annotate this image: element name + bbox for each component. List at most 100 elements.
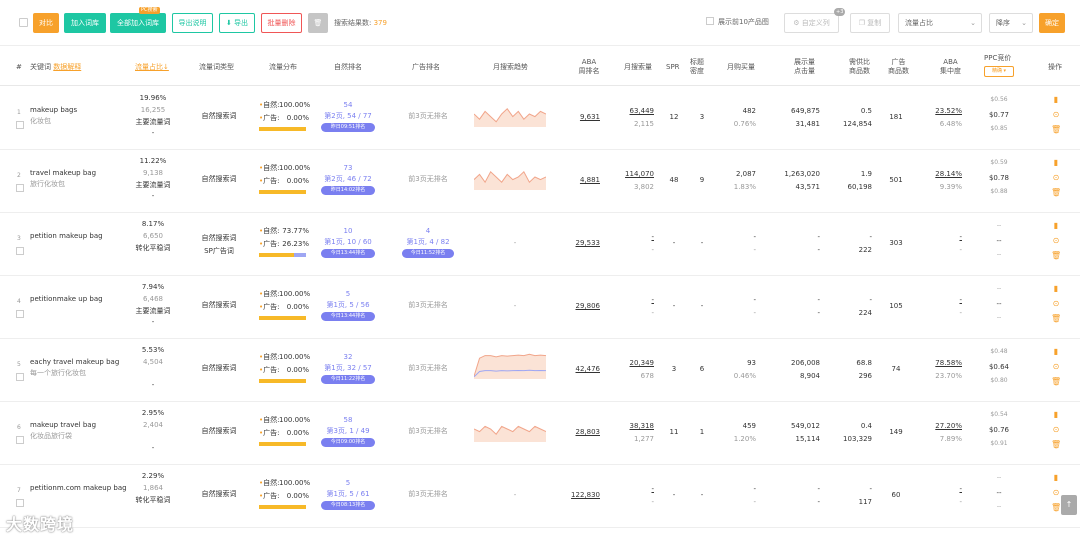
data-explain-link[interactable]: 数据解释: [53, 63, 81, 71]
back-to-top-button[interactable]: ↑: [1061, 495, 1077, 515]
more-icon[interactable]: ⊙: [1051, 425, 1061, 434]
sort-field-select[interactable]: 流量占比 ⌄: [898, 13, 982, 33]
select-all-checkbox[interactable]: [19, 18, 28, 27]
custom-columns-button[interactable]: ⚙ 自定义列: [784, 13, 839, 33]
ad-rank-value[interactable]: 4: [400, 226, 456, 236]
row-checkbox[interactable]: [16, 499, 24, 507]
chart-icon[interactable]: ▮: [1051, 284, 1061, 293]
keyword-text[interactable]: petition makeup bag: [30, 231, 103, 241]
aba-focus: 28.14%: [935, 170, 962, 178]
more-icon[interactable]: ⊙: [1051, 299, 1061, 308]
more-icon[interactable]: ⊙: [1051, 236, 1061, 245]
top10-toggle[interactable]: 展示前10产品图: [706, 17, 769, 27]
delete-icon[interactable]: 🗑: [1051, 314, 1061, 323]
chart-icon[interactable]: ▮: [1051, 158, 1061, 167]
pc-search-tag: PC搜索: [139, 7, 160, 14]
keyword-text[interactable]: makeup bags: [30, 105, 77, 115]
delete-icon[interactable]: 🗑: [1051, 251, 1061, 260]
monthly-search[interactable]: -: [614, 295, 654, 305]
monthly-search[interactable]: 114,070: [614, 169, 654, 179]
search-trend-sparkline: [474, 108, 546, 127]
keyword-text[interactable]: petitionm.com makeup bag: [30, 483, 127, 493]
aba-rank[interactable]: 9,631: [566, 112, 600, 122]
monthly-search[interactable]: 38,318: [614, 421, 655, 431]
organic-rank-value[interactable]: 5: [320, 478, 376, 488]
delete-icon[interactable]: 🗑: [1051, 125, 1061, 134]
row-checkbox[interactable]: [16, 310, 24, 318]
aba-focus-sub: -: [959, 246, 962, 254]
organic-rank-value[interactable]: 58: [320, 415, 376, 425]
monthly-search[interactable]: 63,449: [614, 106, 655, 116]
sort-order-select[interactable]: 降序 ⌄: [989, 13, 1033, 33]
more-icon[interactable]: ⊙: [1051, 362, 1061, 371]
organic-rank-value[interactable]: 32: [320, 352, 376, 362]
natural-bar: [259, 253, 294, 257]
delete-icon[interactable]: 🗑: [1051, 440, 1061, 449]
ad-product-count: 149: [889, 428, 903, 436]
delete-icon[interactable]: 🗑: [1051, 503, 1061, 512]
aba-focus-sub: -: [959, 498, 962, 506]
copy-button[interactable]: ❐ 复制: [850, 13, 890, 33]
purchase-rate: -: [753, 246, 756, 254]
organic-rank-value[interactable]: 73: [320, 163, 376, 173]
trash-button[interactable]: 🗑: [308, 13, 328, 33]
traffic-type: 转化平稳词: [135, 244, 171, 252]
row-checkbox[interactable]: [16, 247, 24, 255]
monthly-purchase: 459: [742, 422, 756, 430]
row-checkbox[interactable]: [16, 436, 24, 444]
chart-icon[interactable]: ▮: [1051, 95, 1061, 104]
add-to-library-button[interactable]: 加入词库: [64, 13, 106, 33]
ad-rank-detail: 第1页, 4 / 82: [406, 238, 450, 246]
row-checkbox[interactable]: [16, 184, 24, 192]
purchase-rate: 0.76%: [733, 120, 756, 128]
monthly-search[interactable]: -: [614, 232, 654, 242]
chart-icon[interactable]: ▮: [1051, 221, 1061, 230]
aba-rank[interactable]: 29,806: [566, 301, 601, 311]
confirm-button[interactable]: 确定: [1039, 13, 1065, 33]
organic-rank-value[interactable]: 5: [320, 289, 376, 299]
more-icon[interactable]: ⊙: [1051, 488, 1061, 497]
add-all-to-library-button[interactable]: 全部加入词库: [110, 13, 166, 33]
row-checkbox[interactable]: [16, 373, 24, 381]
export-note-button[interactable]: 导出说明: [172, 13, 213, 33]
organic-rank-value[interactable]: 54: [320, 100, 376, 110]
more-icon[interactable]: ⊙: [1051, 173, 1061, 182]
ppc-high: --: [996, 503, 1002, 510]
organic-rank-value[interactable]: 10: [320, 226, 376, 236]
chart-icon[interactable]: ▮: [1051, 347, 1061, 356]
chart-icon[interactable]: ▮: [1051, 410, 1061, 419]
row-index: 1: [17, 109, 21, 116]
product-count: 296: [858, 372, 872, 380]
batch-delete-button[interactable]: 批量删除: [261, 13, 302, 33]
traffic-type: 主要流量词: [135, 118, 171, 126]
ppc-mid: --: [996, 489, 1002, 497]
product-count: 117: [858, 498, 872, 506]
purchase-rate: 1.83%: [733, 183, 756, 191]
top10-checkbox[interactable]: [706, 17, 714, 25]
aba-rank[interactable]: 28,803: [566, 427, 601, 437]
supply-demand: 68.8: [856, 359, 872, 367]
aba-rank[interactable]: 122,830: [566, 490, 600, 500]
natural-bar: [259, 190, 306, 194]
ppc-match-select[interactable]: 精确 ▾: [984, 66, 1014, 77]
monthly-search[interactable]: 20,349: [614, 358, 655, 368]
header-traffic-share[interactable]: 流量占比↓: [135, 63, 169, 72]
export-button[interactable]: ⬇ 导出: [219, 13, 255, 33]
header-impressions: 展示量 点击量: [794, 58, 815, 75]
aba-rank[interactable]: 29,533: [566, 238, 601, 248]
traffic-type: 主要流量词: [135, 307, 171, 315]
more-icon[interactable]: ⊙: [1051, 110, 1061, 119]
aba-rank[interactable]: 42,476: [566, 364, 601, 374]
keyword-text[interactable]: travel makeup bag: [30, 168, 96, 178]
aba-rank[interactable]: 4,881: [566, 175, 600, 185]
back-button[interactable]: 对比: [33, 13, 59, 33]
delete-icon[interactable]: 🗑: [1051, 188, 1061, 197]
keyword-text[interactable]: eachy travel makeup bag: [30, 357, 119, 367]
chart-icon[interactable]: ▮: [1051, 473, 1061, 482]
monthly-search[interactable]: -: [614, 484, 654, 494]
keyword-text[interactable]: petitionmake up bag: [30, 294, 103, 304]
row-checkbox[interactable]: [16, 121, 24, 129]
delete-icon[interactable]: 🗑: [1051, 377, 1061, 386]
keyword-text[interactable]: makeup travel bag: [30, 420, 96, 430]
trash-icon: 🗑: [313, 19, 323, 27]
